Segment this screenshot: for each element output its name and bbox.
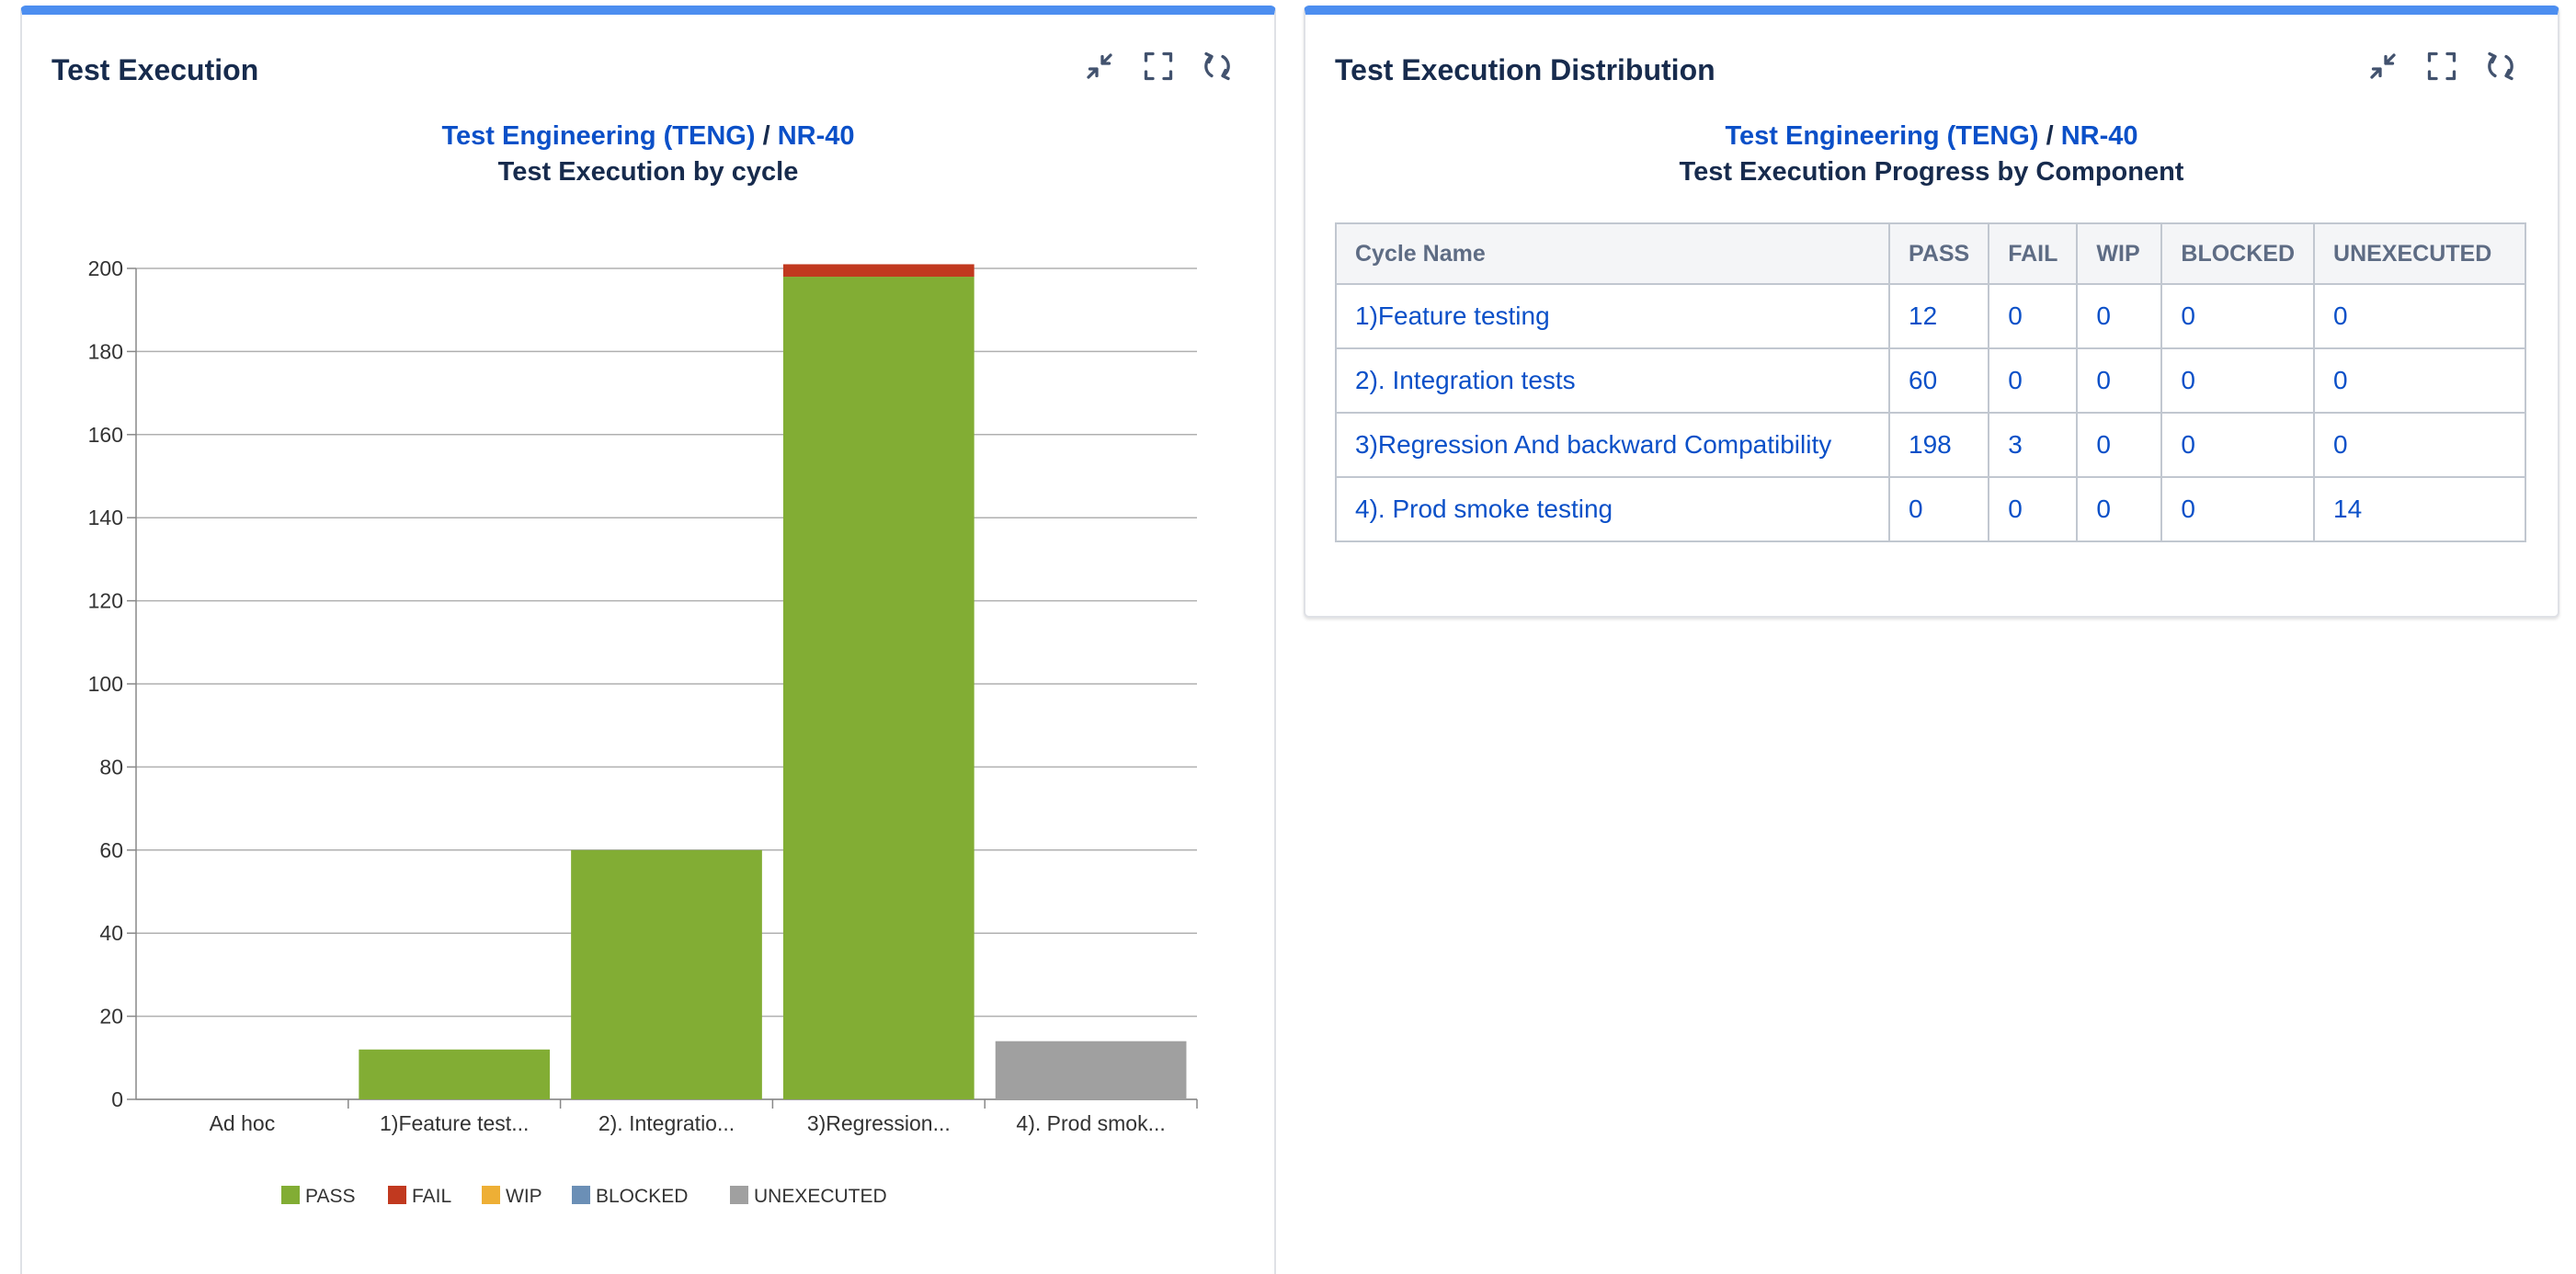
cycle-name-cell: 1)Feature testing xyxy=(1335,283,1890,349)
unexecuted-cell[interactable]: 14 xyxy=(2313,476,2526,542)
bar-pass xyxy=(571,849,762,1099)
project-link[interactable]: Test Engineering (TENG) xyxy=(1725,121,2038,151)
pass-cell[interactable]: 12 xyxy=(1887,283,1990,349)
blocked-cell[interactable]: 0 xyxy=(2160,476,2316,542)
distribution-table: Cycle Name PASS FAIL WIP BLOCKED UNEXECU… xyxy=(1335,222,2526,542)
pass-cell[interactable]: 0 xyxy=(1887,476,1990,542)
y-tick-label: 20 xyxy=(99,1005,123,1029)
y-tick-label: 100 xyxy=(88,672,123,696)
separator: / xyxy=(2046,121,2054,151)
wip-cell[interactable]: 0 xyxy=(2076,476,2163,542)
wip-cell[interactable]: 0 xyxy=(2076,412,2163,478)
table-title: Test Execution Progress by Component xyxy=(1679,157,2184,187)
unexecuted-cell[interactable]: 0 xyxy=(2313,283,2526,349)
legend-label: UNEXECUTED xyxy=(754,1186,887,1207)
maximize-icon[interactable] xyxy=(2423,48,2460,85)
table-header-row: Cycle Name PASS FAIL WIP BLOCKED UNEXECU… xyxy=(1335,222,2526,285)
refresh-icon[interactable] xyxy=(2482,48,2519,85)
x-tick-label: 4). Prod smok... xyxy=(1016,1111,1165,1135)
legend-swatch xyxy=(730,1186,748,1204)
legend-swatch xyxy=(388,1186,406,1204)
x-tick-label: 2). Integratio... xyxy=(598,1111,735,1135)
project-version-line: Test Engineering (TENG) / NR-40 xyxy=(1305,121,2558,152)
legend-label: WIP xyxy=(506,1186,542,1207)
col-wip: WIP xyxy=(2076,222,2163,285)
test-execution-gadget: Test Execution Test Engineering (TENG) /… xyxy=(20,6,1276,1274)
cycle-name-cell: 4). Prod smoke testing xyxy=(1335,476,1890,542)
wip-cell[interactable]: 0 xyxy=(2076,347,2163,414)
blocked-cell[interactable]: 0 xyxy=(2160,347,2316,414)
y-tick-label: 120 xyxy=(88,589,123,613)
blocked-cell[interactable]: 0 xyxy=(2160,412,2316,478)
table-subheader: Test Engineering (TENG) / NR-40 Test Exe… xyxy=(1305,121,2558,188)
legend-label: BLOCKED xyxy=(596,1186,688,1207)
pass-cell[interactable]: 60 xyxy=(1887,347,1990,414)
x-tick-label: 1)Feature test... xyxy=(380,1111,529,1135)
y-tick-label: 200 xyxy=(88,256,123,280)
cycle-link[interactable]: 4). Prod smoke testing xyxy=(1355,495,1613,523)
cycle-link[interactable]: 3)Regression And backward Compatibility xyxy=(1355,430,1831,459)
fail-cell[interactable]: 3 xyxy=(1988,412,2079,478)
y-tick-label: 40 xyxy=(99,921,123,945)
bar-pass xyxy=(359,1049,551,1099)
y-tick-label: 160 xyxy=(88,423,123,447)
legend-label: FAIL xyxy=(412,1186,451,1207)
table-row: 3)Regression And backward Compatibility … xyxy=(1335,412,2526,478)
legend-label: PASS xyxy=(305,1186,355,1207)
cycle-link[interactable]: 2). Integration tests xyxy=(1355,366,1576,394)
y-tick-label: 60 xyxy=(99,838,123,862)
x-tick-label: Ad hoc xyxy=(210,1111,276,1135)
y-tick-label: 180 xyxy=(88,339,123,363)
gadget-actions xyxy=(2365,48,2519,85)
table-row: 4). Prod smoke testing 0 0 0 0 14 xyxy=(1335,476,2526,542)
version-link[interactable]: NR-40 xyxy=(2061,121,2138,151)
blocked-cell[interactable]: 0 xyxy=(2160,283,2316,349)
cycle-name-cell: 2). Integration tests xyxy=(1335,347,1890,414)
y-tick-label: 80 xyxy=(99,755,123,779)
legend-swatch xyxy=(572,1186,590,1204)
col-blocked: BLOCKED xyxy=(2160,222,2316,285)
y-tick-label: 0 xyxy=(111,1087,123,1111)
legend-swatch xyxy=(281,1186,300,1204)
unexecuted-cell[interactable]: 0 xyxy=(2313,412,2526,478)
bar-fail xyxy=(782,264,975,278)
fail-cell[interactable]: 0 xyxy=(1988,283,2079,349)
legend-swatch xyxy=(482,1186,500,1204)
cycle-link[interactable]: 1)Feature testing xyxy=(1355,301,1550,330)
bar-unexecuted xyxy=(995,1041,1187,1099)
unexecuted-cell[interactable]: 0 xyxy=(2313,347,2526,414)
table-row: 1)Feature testing 12 0 0 0 0 xyxy=(1335,283,2526,349)
col-pass: PASS xyxy=(1887,222,1990,285)
col-unexecuted: UNEXECUTED xyxy=(2313,222,2526,285)
col-fail: FAIL xyxy=(1988,222,2079,285)
test-execution-distribution-gadget: Test Execution Distribution Test Enginee… xyxy=(1304,6,2559,618)
col-cycle-name: Cycle Name xyxy=(1335,222,1890,285)
stacked-bar-chart: 0 20 40 60 80 100 120 140 160 180 200 Ad hoc 1)Featu… xyxy=(88,256,1198,1207)
fail-cell[interactable]: 0 xyxy=(1988,347,2079,414)
bar-pass xyxy=(782,277,975,1099)
pass-cell[interactable]: 198 xyxy=(1887,412,1990,478)
gadget-title: Test Execution Distribution xyxy=(1335,53,1715,86)
y-tick-label: 140 xyxy=(88,506,123,529)
table-row: 2). Integration tests 60 0 0 0 0 xyxy=(1335,347,2526,414)
wip-cell[interactable]: 0 xyxy=(2076,283,2163,349)
x-tick-label: 3)Regression... xyxy=(807,1111,951,1135)
fail-cell[interactable]: 0 xyxy=(1988,476,2079,542)
cycle-name-cell: 3)Regression And backward Compatibility xyxy=(1335,412,1890,478)
minimize-icon[interactable] xyxy=(2365,48,2401,85)
